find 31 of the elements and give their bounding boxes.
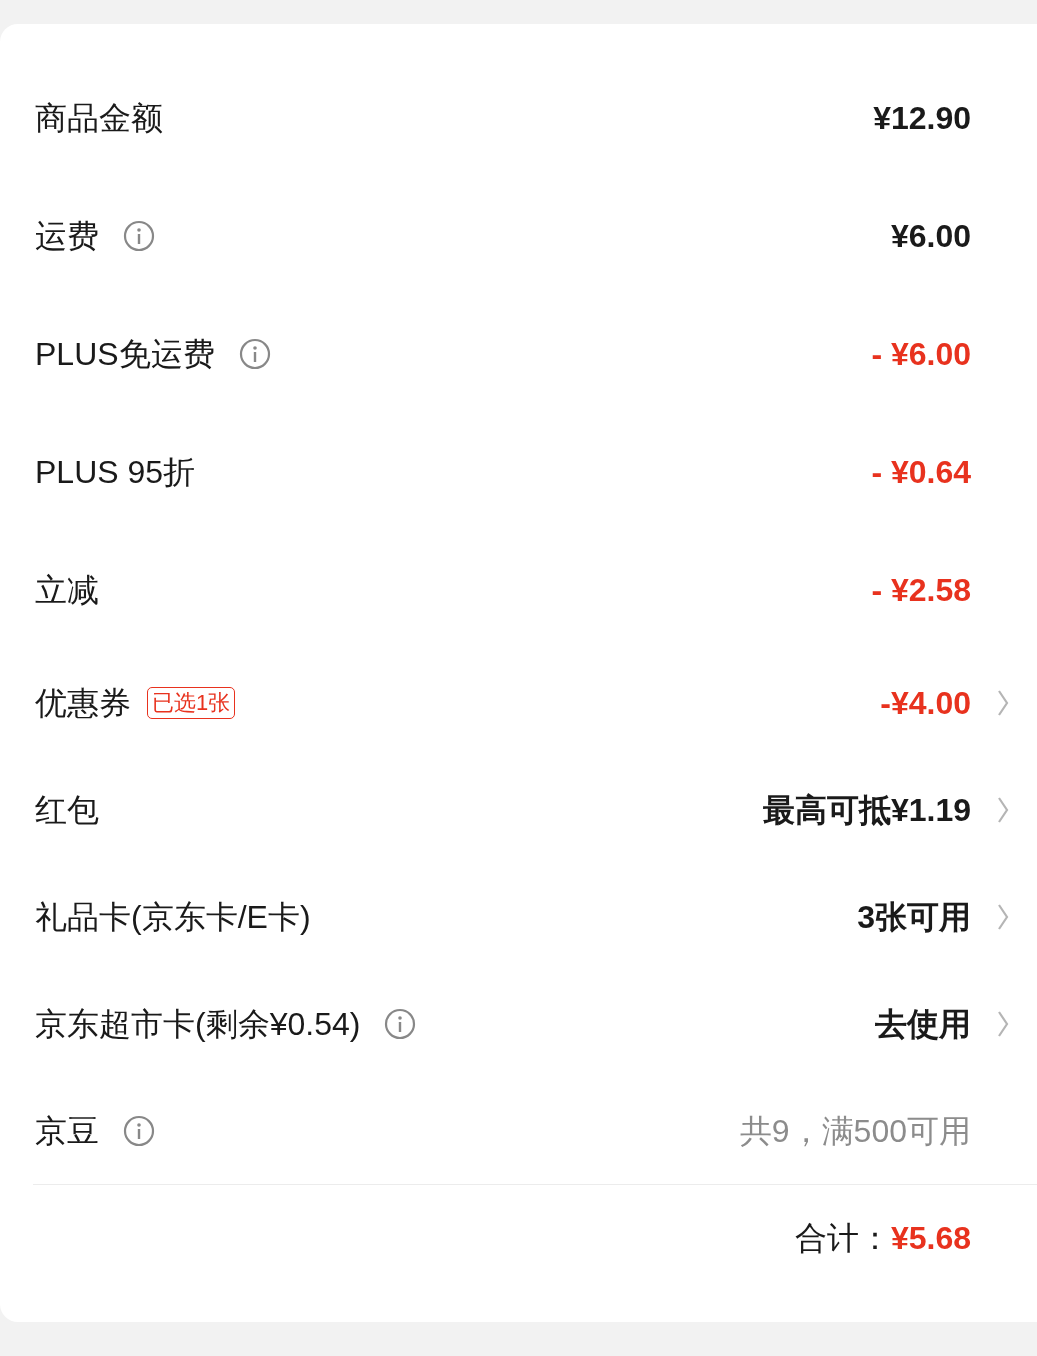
- chevron-right-icon[interactable]: [997, 902, 1009, 931]
- row-label: 立减: [35, 571, 99, 610]
- row-label: 礼品卡(京东卡/E卡): [35, 897, 311, 937]
- total-amount: ¥5.68: [890, 1219, 971, 1258]
- row-label: 商品金额: [35, 99, 163, 138]
- row-value: 共9，满500可用: [739, 1111, 971, 1151]
- row-value: ¥6.00: [890, 217, 971, 256]
- row-label: 优惠券: [35, 683, 131, 723]
- chevron-right-icon[interactable]: [997, 688, 1009, 717]
- info-icon[interactable]: [384, 1007, 417, 1040]
- info-icon[interactable]: [123, 220, 155, 252]
- row-value[interactable]: 最高可抵¥1.19: [762, 785, 971, 834]
- row-value[interactable]: 去使用: [875, 999, 971, 1048]
- row-value[interactable]: -¥4.00: [880, 678, 971, 727]
- selected-count-tag: 已选1张: [147, 686, 236, 719]
- info-icon[interactable]: [123, 1114, 155, 1147]
- chevron-right-icon[interactable]: [997, 795, 1009, 824]
- row-value: - ¥6.00: [871, 335, 971, 374]
- row-label: PLUS 95折: [35, 453, 196, 492]
- row-value: - ¥2.58: [871, 571, 971, 610]
- row-label: PLUS免运费: [35, 335, 215, 374]
- row-label: 红包: [35, 790, 99, 830]
- info-icon[interactable]: [238, 338, 271, 370]
- row-value: - ¥0.64: [871, 453, 971, 492]
- row-label: 京东超市卡(剩余¥0.54): [35, 1004, 361, 1044]
- row-value: ¥12.90: [873, 99, 971, 138]
- row-label: 京豆: [35, 1111, 99, 1151]
- row-label: 运费: [35, 217, 99, 256]
- total-label: 合计：: [794, 1219, 891, 1258]
- row-value[interactable]: 3张可用: [857, 892, 971, 941]
- chevron-right-icon[interactable]: [997, 1009, 1009, 1038]
